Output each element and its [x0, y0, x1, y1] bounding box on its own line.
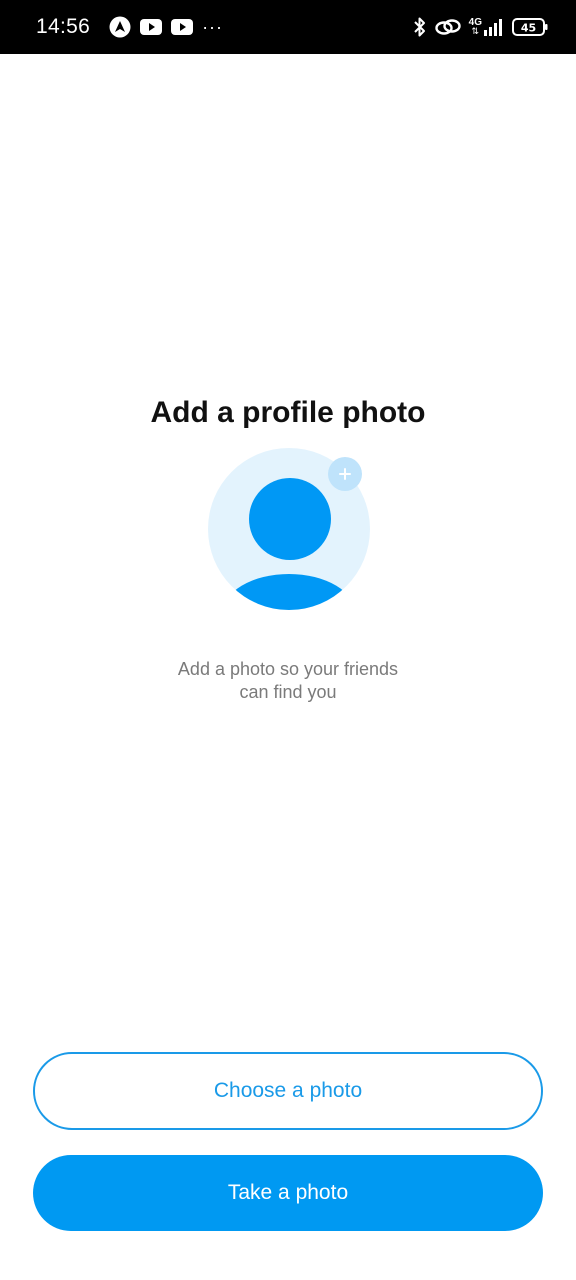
- take-photo-button[interactable]: Take a photo: [33, 1155, 543, 1231]
- data-arrows-icon: ⇅: [471, 26, 480, 36]
- choose-photo-button[interactable]: Choose a photo: [33, 1052, 543, 1130]
- navigation-app-icon: [109, 16, 131, 38]
- link-icon: [434, 17, 461, 37]
- status-bar-left: 14:56 ···: [36, 15, 223, 39]
- status-bar: 14:56 ··· 4G ⇅ 45: [0, 0, 576, 54]
- subtitle-line-1: Add a photo so your friends: [177, 659, 399, 679]
- bluetooth-icon: [413, 16, 427, 38]
- avatar-head: [249, 478, 331, 560]
- youtube-icon: [171, 19, 194, 35]
- plus-icon[interactable]: [328, 457, 362, 491]
- subtitle-line-2: can find you: [239, 682, 337, 702]
- status-bar-right: 4G ⇅ 45: [405, 16, 548, 38]
- network-type-label: 4G ⇅: [468, 17, 482, 36]
- battery-icon: 45: [512, 18, 548, 36]
- youtube-icon: [140, 19, 163, 35]
- signal-icon: [484, 18, 504, 36]
- avatar-body: [222, 574, 356, 610]
- subtitle: Add a photo so your friends can find you: [0, 658, 576, 704]
- clock: 14:56: [36, 15, 91, 38]
- more-dots-icon: ···: [202, 16, 224, 37]
- page-title: Add a profile photo: [150, 396, 426, 429]
- profile-photo-picker[interactable]: [208, 448, 370, 610]
- battery-level: 45: [521, 22, 536, 35]
